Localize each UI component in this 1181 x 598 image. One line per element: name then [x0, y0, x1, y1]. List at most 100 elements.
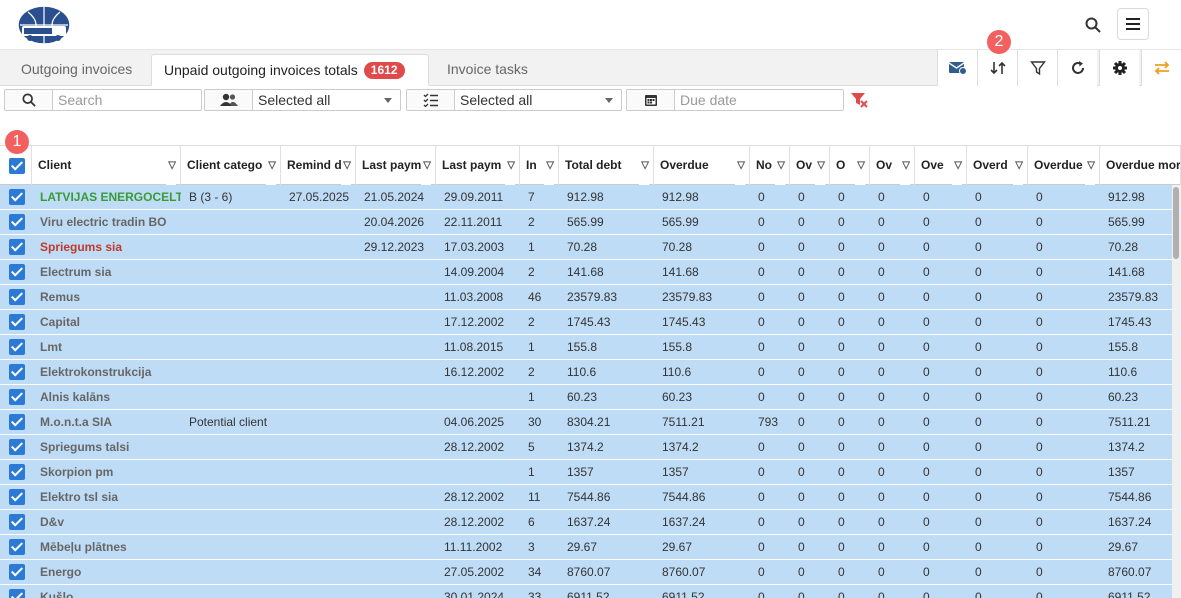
- column-header[interactable]: Overdue ▽: [654, 146, 750, 185]
- column-filter-icon[interactable]: ▽: [952, 146, 962, 185]
- clear-filter-icon[interactable]: [850, 92, 870, 108]
- table-row[interactable]: Energo 27.05.2002 34 8760.07 8760.07 0 0 0 0 0 0 0 8…: [0, 560, 1181, 585]
- row-checkbox[interactable]: [9, 239, 25, 255]
- table-cell: 0: [923, 315, 930, 329]
- row-checkbox[interactable]: [9, 389, 25, 405]
- table-cell: 0: [975, 540, 982, 554]
- column-header[interactable]: Overd ▽: [967, 146, 1028, 185]
- table-row[interactable]: Spriegums talsi 28.12.2002 5 1374.2 1374.2 0 0…: [0, 435, 1181, 460]
- table-row[interactable]: Skorpion pm 1 1357 1357 0 0 0 0 0 0 0 1357: [0, 460, 1181, 485]
- row-checkbox[interactable]: [9, 364, 25, 380]
- column-header[interactable]: In ▽: [520, 146, 559, 185]
- table-row[interactable]: Capital 17.12.2002 2 1745.43 1745.43 0 0 0 0 0 0 0 1…: [0, 310, 1181, 335]
- table-row[interactable]: Spriegums sia 29.12.2023 17.03.2003 1 70.28 7…: [0, 235, 1181, 260]
- sort-arrows-button[interactable]: [1141, 50, 1181, 86]
- row-checkbox[interactable]: [9, 339, 25, 355]
- scrollbar-thumb[interactable]: [1173, 187, 1179, 259]
- row-checkbox[interactable]: [9, 214, 25, 230]
- column-header[interactable]: Remind d ▽: [281, 146, 356, 185]
- table-row[interactable]: Elektrokonstrukcija 16.12.2002 2 110.6 110.6…: [0, 360, 1181, 385]
- table-cell: 0: [975, 490, 982, 504]
- table-row[interactable]: Kušlo 30.01.2024 33 6911.52 6911.52 0 0 0 0 0 0 0 69…: [0, 585, 1181, 598]
- table-row[interactable]: Viru electric tradin BO 20.04.2026 22.11.2…: [0, 210, 1181, 235]
- row-checkbox[interactable]: [9, 414, 25, 430]
- column-filter-icon[interactable]: ▽: [505, 146, 515, 185]
- hamburger-menu-icon[interactable]: [1117, 8, 1149, 40]
- table-cell: 0: [878, 540, 885, 554]
- client-select[interactable]: Selected all: [204, 89, 401, 111]
- table-cell: 28.12.2002: [444, 440, 505, 454]
- search-icon[interactable]: [1080, 12, 1106, 38]
- column-header[interactable]: Overdue ▽: [1028, 146, 1100, 185]
- swap-button[interactable]: [977, 50, 1017, 86]
- column-filter-icon[interactable]: ▽: [815, 146, 825, 185]
- email-reminder-button[interactable]: [937, 50, 977, 86]
- column-filter-icon[interactable]: ▽: [1085, 146, 1095, 185]
- search-field[interactable]: Search: [4, 89, 202, 111]
- column-filter-icon[interactable]: ▽: [421, 146, 431, 185]
- column-filter-icon[interactable]: ▽: [855, 146, 865, 185]
- table-cell: 0: [878, 190, 885, 204]
- column-header[interactable]: Ov ▽: [790, 146, 830, 185]
- column-filter-icon[interactable]: ▽: [1013, 146, 1023, 185]
- tab-outgoing-invoices[interactable]: Outgoing invoices: [9, 54, 144, 86]
- column-header[interactable]: No ▽: [750, 146, 790, 185]
- table-row[interactable]: D&v 28.12.2002 6 1637.24 1637.24 0 0 0 0 0 0 0 1637.…: [0, 510, 1181, 535]
- table-cell: 0: [923, 590, 930, 598]
- row-checkbox[interactable]: [9, 314, 25, 330]
- table-cell: 23579.83: [662, 290, 713, 304]
- select-all-checkbox[interactable]: [9, 158, 25, 174]
- row-checkbox[interactable]: [9, 464, 25, 480]
- row-checkbox[interactable]: [9, 439, 25, 455]
- tab-invoice-tasks[interactable]: Invoice tasks: [435, 54, 540, 86]
- column-header[interactable]: Overdue more: [1100, 146, 1181, 185]
- column-header[interactable]: Last paym ▽: [356, 146, 436, 185]
- tab-unpaid-invoices-totals[interactable]: Unpaid outgoing invoices totals 1612: [151, 54, 429, 86]
- column-filter-icon[interactable]: ▽: [544, 146, 554, 185]
- row-checkbox[interactable]: [9, 564, 25, 580]
- row-checkbox[interactable]: [9, 289, 25, 305]
- table-row[interactable]: Alnis kalāns 1 60.23 60.23 0 0 0 0 0 0 0 60.23: [0, 385, 1181, 410]
- table-cell: 141.68: [662, 265, 699, 279]
- column-filter-icon[interactable]: ▽: [266, 146, 276, 185]
- column-filter-icon[interactable]: ▽: [341, 146, 351, 185]
- row-checkbox[interactable]: [9, 189, 25, 205]
- column-filter-icon[interactable]: ▽: [900, 146, 910, 185]
- column-header[interactable]: Total debt ▽: [559, 146, 654, 185]
- settings-button[interactable]: [1099, 50, 1139, 86]
- column-header[interactable]: Ov ▽: [870, 146, 915, 185]
- column-header[interactable]: Ove ▽: [915, 146, 967, 185]
- column-header[interactable]: Client catego ▽: [181, 146, 281, 185]
- table-cell: 0: [838, 440, 845, 454]
- row-checkbox[interactable]: [9, 264, 25, 280]
- table-cell: 0: [1036, 190, 1043, 204]
- column-header[interactable]: Client ▽: [32, 146, 181, 185]
- column-header[interactable]: O ▽: [830, 146, 870, 185]
- refresh-button[interactable]: [1057, 50, 1097, 86]
- column-filter-icon[interactable]: ▽: [166, 146, 176, 185]
- search-input[interactable]: Search: [53, 92, 201, 108]
- table-row[interactable]: M.o.n.t.a SIA Potential client 04.06.2025 3…: [0, 410, 1181, 435]
- table-row[interactable]: Elektro tsl sia 28.12.2002 11 7544.86 7544.8…: [0, 485, 1181, 510]
- client-name-cell: Alnis kalāns: [40, 390, 111, 404]
- table-row[interactable]: Remus 11.03.2008 46 23579.83 23579.83 0 0 0 0 0 0 0…: [0, 285, 1181, 310]
- vertical-scrollbar[interactable]: [1172, 185, 1181, 598]
- table-cell: 0: [758, 540, 765, 554]
- company-logo[interactable]: [14, 4, 74, 46]
- table-row[interactable]: LATVIJAS ENERGOCELTNI B (3 - 6) 27.05.2025…: [0, 185, 1181, 210]
- column-header[interactable]: Last paym ▽: [436, 146, 520, 185]
- due-date-input[interactable]: Due date: [675, 92, 843, 108]
- column-filter-icon[interactable]: ▽: [639, 146, 649, 185]
- table-row[interactable]: Lmt 11.08.2015 1 155.8 155.8 0 0 0 0 0 0 0 155.8: [0, 335, 1181, 360]
- table-row[interactable]: Mēbeļu plātnes 11.11.2002 3 29.67 29.67 0 0 0 0 0…: [0, 535, 1181, 560]
- due-date-field[interactable]: Due date: [626, 89, 844, 111]
- filter-button[interactable]: [1017, 50, 1057, 86]
- row-checkbox[interactable]: [9, 489, 25, 505]
- column-filter-icon[interactable]: ▽: [775, 146, 785, 185]
- row-checkbox[interactable]: [9, 539, 25, 555]
- category-select[interactable]: Selected all: [406, 89, 622, 111]
- column-filter-icon[interactable]: ▽: [735, 146, 745, 185]
- row-checkbox[interactable]: [9, 589, 25, 598]
- row-checkbox[interactable]: [9, 514, 25, 530]
- table-row[interactable]: Electrum sia 14.09.2004 2 141.68 141.68 0 0 0 0 0…: [0, 260, 1181, 285]
